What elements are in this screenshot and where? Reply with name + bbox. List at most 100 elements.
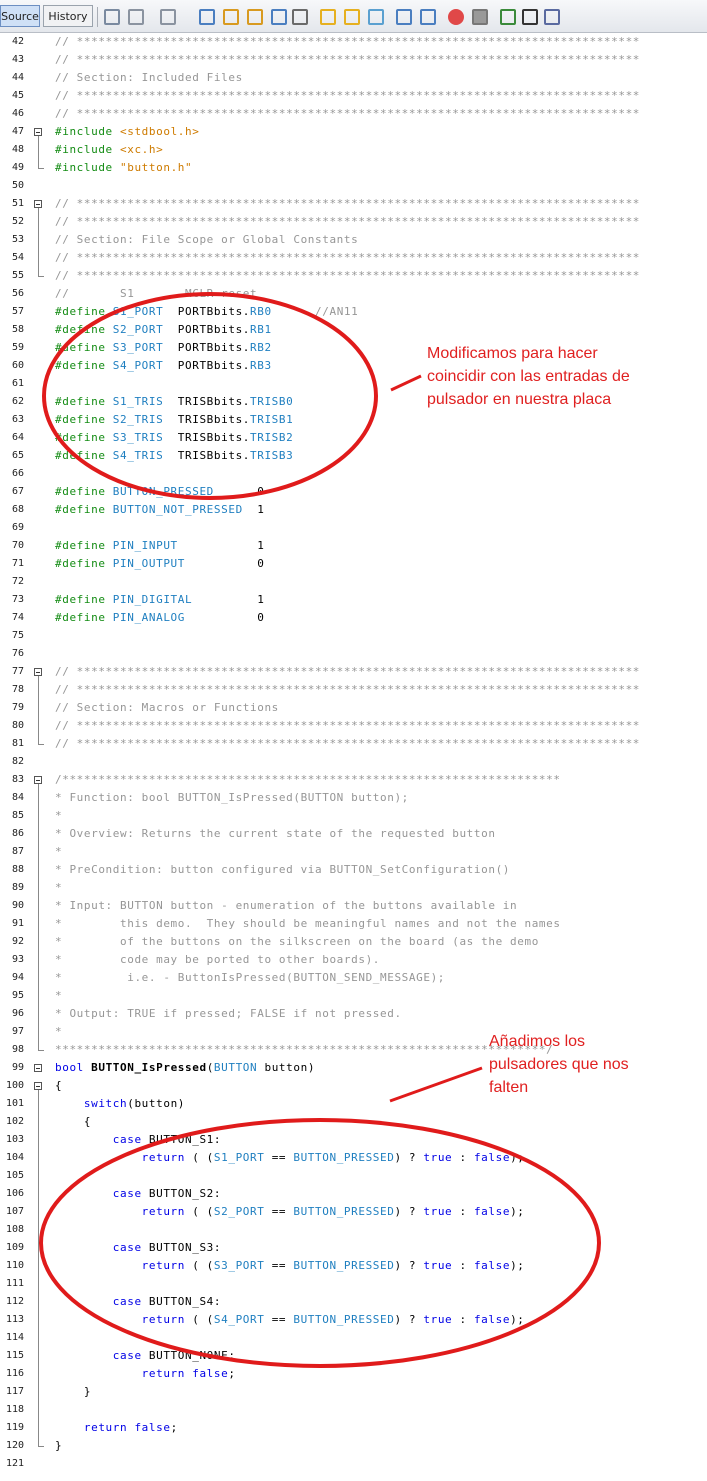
code-token: <xc.h> xyxy=(120,143,164,156)
code-line: * xyxy=(55,1023,62,1041)
code-token: TRISB1 xyxy=(250,413,294,426)
comment-icon[interactable] xyxy=(500,9,516,25)
code-token: ) ? xyxy=(394,1259,424,1272)
code-token: case xyxy=(55,1133,142,1146)
fold-guide-end xyxy=(38,1446,44,1447)
code-line: * this demo. They should be meaningful n… xyxy=(55,915,561,933)
code-line: } xyxy=(55,1437,62,1455)
code-token: { xyxy=(55,1079,63,1092)
fold-toggle-icon[interactable] xyxy=(34,200,42,208)
code-token: false xyxy=(473,1205,511,1218)
code-token: RB0 xyxy=(250,305,272,318)
code-line: // S1 MCLR reset xyxy=(55,285,257,303)
line-number: 46 xyxy=(11,108,24,119)
forward-icon[interactable] xyxy=(160,9,176,25)
code-line: // Section: Macros or Functions xyxy=(55,699,279,717)
toggle-highlight-icon[interactable] xyxy=(292,9,308,25)
shift-right-icon[interactable] xyxy=(420,9,436,25)
code-line: #define PIN_INPUT 1 xyxy=(55,537,264,555)
line-number: 52 xyxy=(11,216,24,227)
code-token: S4_TRIS xyxy=(112,449,164,462)
code-token: #include xyxy=(55,125,121,138)
next-bookmark-icon[interactable] xyxy=(344,9,360,25)
toggle-bookmark-icon[interactable] xyxy=(368,9,384,25)
line-number: 83 xyxy=(11,774,24,785)
code-token: * Output: TRUE if pressed; FALSE if not … xyxy=(55,1007,402,1020)
line-number: 66 xyxy=(11,468,24,479)
code-token: // *************************************… xyxy=(55,89,641,102)
code-token: == xyxy=(264,1259,294,1272)
back-icon[interactable] xyxy=(128,9,144,25)
code-token: // *************************************… xyxy=(55,269,641,282)
code-token: case xyxy=(55,1295,142,1308)
line-number: 70 xyxy=(11,540,24,551)
format-icon[interactable] xyxy=(544,9,560,25)
find-selection-icon[interactable] xyxy=(271,9,287,25)
code-token: ) ? xyxy=(394,1313,424,1326)
code-token: RB1 xyxy=(250,323,272,336)
line-number: 101 xyxy=(5,1098,24,1109)
code-line: * code may be ported to other boards). xyxy=(55,951,380,969)
line-number: 75 xyxy=(11,630,24,641)
code-token: BUTTON_PRESSED xyxy=(112,485,214,498)
code-token: true xyxy=(423,1151,453,1164)
line-number: 65 xyxy=(11,450,24,461)
code-token: PORTBbits. xyxy=(163,323,251,336)
code-token: // *************************************… xyxy=(55,197,641,210)
line-number: 116 xyxy=(5,1368,24,1379)
line-number: 103 xyxy=(5,1134,24,1145)
code-token: #include xyxy=(55,143,121,156)
fold-guide-line xyxy=(38,784,39,1050)
stop-macro-icon[interactable] xyxy=(472,9,488,25)
code-line: { xyxy=(55,1077,62,1095)
code-editor[interactable]: 42 // ***********************************… xyxy=(0,33,707,1481)
start-macro-icon[interactable] xyxy=(448,9,464,25)
fold-toggle-icon[interactable] xyxy=(34,668,42,676)
fold-toggle-icon[interactable] xyxy=(34,776,42,784)
line-number: 79 xyxy=(11,702,24,713)
code-token: TRISBbits. xyxy=(163,431,251,444)
code-token: TRISB0 xyxy=(250,395,294,408)
annotation-line: pulsadores que nos xyxy=(489,1056,629,1073)
code-token: * this demo. They should be meaningful n… xyxy=(55,917,561,930)
code-token: return xyxy=(55,1313,186,1326)
code-line: #define S2_TRIS TRISBbits.TRISB1 xyxy=(55,411,293,429)
code-line: #define S1_PORT PORTBbits.RB0 //AN11 xyxy=(55,303,358,321)
code-token: } xyxy=(55,1439,63,1452)
code-line: return false; xyxy=(55,1419,178,1437)
line-number: 69 xyxy=(11,522,24,533)
code-line: case BUTTON_NONE: xyxy=(55,1347,236,1365)
line-number: 109 xyxy=(5,1242,24,1253)
tab-source[interactable]: Source xyxy=(0,5,40,27)
tab-history[interactable]: History xyxy=(43,5,93,27)
code-token: BUTTON_PRESSED xyxy=(293,1151,395,1164)
line-number: 114 xyxy=(5,1332,24,1343)
find-next-icon[interactable] xyxy=(247,9,263,25)
uncomment-icon[interactable] xyxy=(522,9,538,25)
code-token: #define xyxy=(55,359,113,372)
code-line: * Overview: Returns the current state of… xyxy=(55,825,496,843)
previous-bookmark-icon[interactable] xyxy=(320,9,336,25)
code-token: case xyxy=(55,1349,142,1362)
code-token: return xyxy=(55,1205,186,1218)
line-number: 50 xyxy=(11,180,24,191)
code-token: BUTTON xyxy=(213,1061,258,1074)
fold-toggle-icon[interactable] xyxy=(34,1064,42,1072)
find-icon[interactable] xyxy=(199,9,215,25)
line-number: 99 xyxy=(11,1062,24,1073)
fold-toggle-icon[interactable] xyxy=(34,1082,42,1090)
shift-left-icon[interactable] xyxy=(396,9,412,25)
code-token: BUTTON_IsPressed xyxy=(91,1061,207,1074)
code-token: #define xyxy=(55,413,113,426)
line-number: 57 xyxy=(11,306,24,317)
code-token: // Section: Included Files xyxy=(55,71,243,84)
find-previous-icon[interactable] xyxy=(223,9,239,25)
last-edit-icon[interactable] xyxy=(104,9,120,25)
code-token: ) ? xyxy=(394,1205,424,1218)
code-token: BUTTON_S1: xyxy=(141,1133,222,1146)
code-token: ( ( xyxy=(185,1205,214,1218)
fold-toggle-icon[interactable] xyxy=(34,128,42,136)
code-token: // *************************************… xyxy=(55,665,641,678)
code-token: 1 xyxy=(242,503,265,516)
code-token: ****************************************… xyxy=(55,1043,554,1056)
